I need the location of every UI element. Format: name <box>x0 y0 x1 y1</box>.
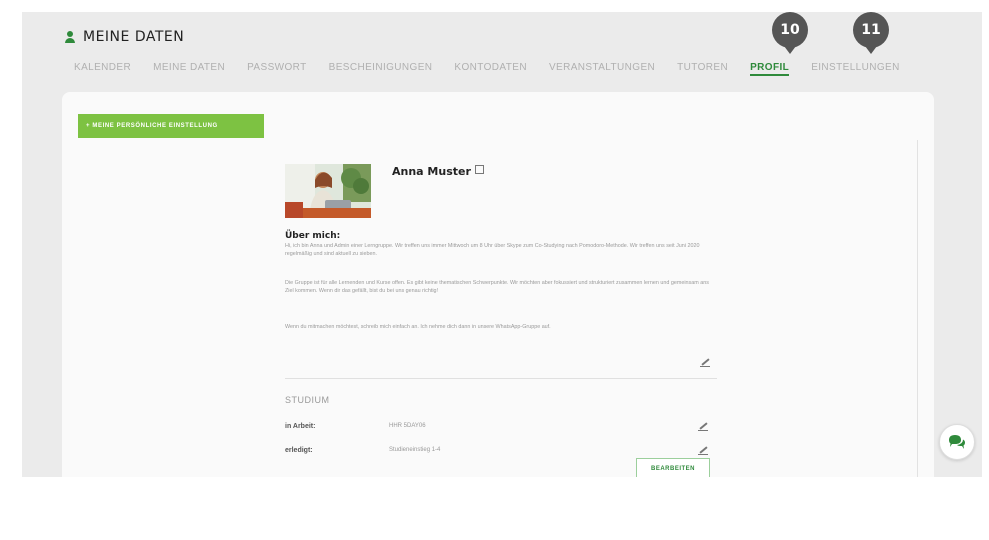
chat-icon <box>949 435 965 449</box>
callout-marker-11: 11 <box>853 12 889 48</box>
tab-kalender[interactable]: KALENDER <box>74 62 131 73</box>
tab-tutoren[interactable]: TUTOREN <box>677 62 728 73</box>
bottom-blank-area <box>22 477 982 540</box>
tab-bar: KALENDER MEINE DATEN PASSWORT BESCHEINIG… <box>74 62 922 76</box>
tab-kontodaten[interactable]: KONTODATEN <box>454 62 527 73</box>
bearbeiten-button[interactable]: BEARBEITEN <box>636 458 710 477</box>
erledigt-value: Studieneinstieg 1-4 <box>389 447 441 453</box>
tab-profil[interactable]: PROFIL <box>750 62 790 76</box>
about-me-heading: Über mich: <box>285 231 341 241</box>
profile-name: Anna Muster <box>392 164 484 178</box>
flag-icon[interactable] <box>474 164 484 174</box>
page-header: MEINE DATEN <box>65 29 184 45</box>
profile-photo <box>285 164 371 218</box>
in-arbeit-value: HHR 5DAY06 <box>389 423 426 429</box>
chat-button[interactable] <box>939 424 975 460</box>
edit-in-arbeit-pencil-icon[interactable] <box>698 421 710 431</box>
tab-veranstaltungen[interactable]: VERANSTALTUNGEN <box>549 62 655 73</box>
section-divider <box>285 378 717 379</box>
user-icon <box>65 31 75 43</box>
tab-einstellungen[interactable]: EINSTELLUNGEN <box>811 62 900 73</box>
tab-passwort[interactable]: PASSWORT <box>247 62 307 73</box>
profile-photo-image <box>285 164 371 218</box>
personal-settings-button[interactable]: + MEINE PERSÖNLICHE EINSTELLUNG <box>78 114 264 138</box>
erledigt-label: erledigt: <box>285 447 313 454</box>
about-paragraph-3: Wenn du mitmachen möchtest, schreib mich… <box>285 324 551 330</box>
tab-meine-daten[interactable]: MEINE DATEN <box>153 62 225 73</box>
callout-marker-10: 10 <box>772 12 808 48</box>
edit-erledigt-pencil-icon[interactable] <box>698 445 710 455</box>
about-paragraph-2: Die Gruppe ist für alle Lernenden und Ku… <box>285 280 709 295</box>
card-divider-line <box>917 140 918 477</box>
app-frame: MEINE DATEN KALENDER MEINE DATEN PASSWOR… <box>22 12 982 477</box>
about-paragraph-1: Hi, ich bin Anna und Admin einer Lerngru… <box>285 243 700 258</box>
profile-card: + MEINE PERSÖNLICHE EINSTELLUNG Anna Mus… <box>62 92 934 477</box>
page-title: MEINE DATEN <box>83 29 185 45</box>
in-arbeit-label: in Arbeit: <box>285 423 316 430</box>
edit-about-pencil-icon[interactable] <box>700 357 712 367</box>
tab-bescheinigungen[interactable]: BESCHEINIGUNGEN <box>329 62 433 73</box>
studium-section-title: STUDIUM <box>285 395 330 405</box>
profile-name-text: Anna Muster <box>392 165 471 178</box>
